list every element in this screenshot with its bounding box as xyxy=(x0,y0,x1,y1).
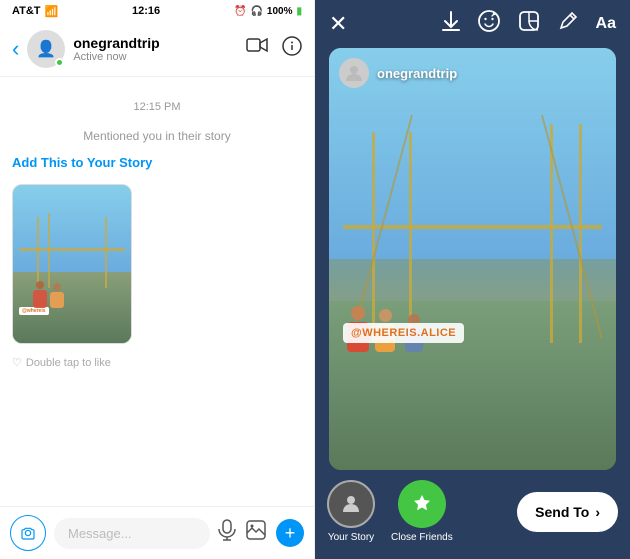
story-view: onegrandtrip @WHEREIS.ALICE xyxy=(329,48,616,470)
right-panel: ✕ xyxy=(315,0,630,559)
header-actions xyxy=(246,36,302,62)
avatar: 👤 xyxy=(27,30,65,68)
close-friends-label: Close Friends xyxy=(391,532,453,543)
close-story-button[interactable]: ✕ xyxy=(329,11,347,37)
wifi-icon: 📶 xyxy=(45,5,59,18)
online-indicator xyxy=(55,58,64,67)
message-input-bar: Message... + xyxy=(0,506,314,559)
close-friends-option[interactable]: Close Friends xyxy=(391,480,453,543)
story-bottom-bar: Your Story Close Friends Send To › xyxy=(315,470,630,559)
send-to-chevron: › xyxy=(595,504,600,520)
status-left: AT&T 📶 xyxy=(12,5,58,18)
story-avatar xyxy=(339,58,369,88)
double-tap-hint: ♡ Double tap to like xyxy=(12,356,302,369)
story-mention-tag[interactable]: @WHEREIS.ALICE xyxy=(343,323,464,343)
active-status: Active now xyxy=(73,51,238,63)
heart-icon: ♡ xyxy=(12,356,22,369)
toolbar-actions-right: Aa xyxy=(442,10,616,38)
text-button[interactable]: Aa xyxy=(596,15,616,33)
sticker-button[interactable] xyxy=(518,10,540,38)
your-story-label: Your Story xyxy=(328,532,374,543)
status-bar: AT&T 📶 12:16 ⏰ 🎧 100% ▮ xyxy=(0,0,314,22)
alarm-icon: ⏰ xyxy=(234,6,246,17)
battery-icon: ▮ xyxy=(296,6,302,17)
story-tag-small: @whereis xyxy=(19,307,49,315)
battery-text: 100% xyxy=(267,6,293,17)
input-icons: + xyxy=(218,519,304,547)
header-info: onegrandtrip Active now xyxy=(73,35,238,63)
story-card-preview[interactable]: @whereis xyxy=(12,184,132,344)
video-call-button[interactable] xyxy=(246,36,268,62)
avatar-placeholder-icon: 👤 xyxy=(36,39,56,59)
send-to-button[interactable]: Send To › xyxy=(517,492,618,532)
mention-text: Mentioned you in their story xyxy=(12,129,302,143)
story-username: onegrandtrip xyxy=(377,66,457,81)
download-button[interactable] xyxy=(442,11,460,37)
story-background: onegrandtrip @WHEREIS.ALICE xyxy=(329,48,616,470)
story-user-row: onegrandtrip xyxy=(339,58,457,88)
add-story-link[interactable]: Add This to Your Story xyxy=(12,155,302,170)
time-text: 12:16 xyxy=(132,5,160,17)
timestamp: 12:15 PM xyxy=(12,101,302,113)
headphone-icon: 🎧 xyxy=(250,6,262,17)
draw-button[interactable] xyxy=(558,11,578,37)
plus-button[interactable]: + xyxy=(276,519,304,547)
your-story-circle xyxy=(327,480,375,528)
message-input[interactable]: Message... xyxy=(54,518,210,549)
left-panel: AT&T 📶 12:16 ⏰ 🎧 100% ▮ ‹ 👤 onegrandtrip… xyxy=(0,0,315,559)
camera-button[interactable] xyxy=(10,515,46,551)
close-friends-circle xyxy=(398,480,446,528)
story-image: @whereis xyxy=(13,185,131,343)
info-button[interactable] xyxy=(282,36,302,62)
send-to-label: Send To xyxy=(535,504,589,520)
carrier-text: AT&T xyxy=(12,5,41,17)
your-story-option[interactable]: Your Story xyxy=(327,480,375,543)
mic-button[interactable] xyxy=(218,519,236,547)
messages-area: 12:15 PM Mentioned you in their story Ad… xyxy=(0,77,314,506)
gallery-button[interactable] xyxy=(246,520,266,546)
status-right: ⏰ 🎧 100% ▮ xyxy=(234,6,302,17)
story-toolbar: ✕ xyxy=(315,0,630,48)
emoji-face-button[interactable] xyxy=(478,10,500,38)
contact-name: onegrandtrip xyxy=(73,35,238,51)
back-button[interactable]: ‹ xyxy=(12,36,19,62)
chat-header: ‹ 👤 onegrandtrip Active now xyxy=(0,22,314,77)
